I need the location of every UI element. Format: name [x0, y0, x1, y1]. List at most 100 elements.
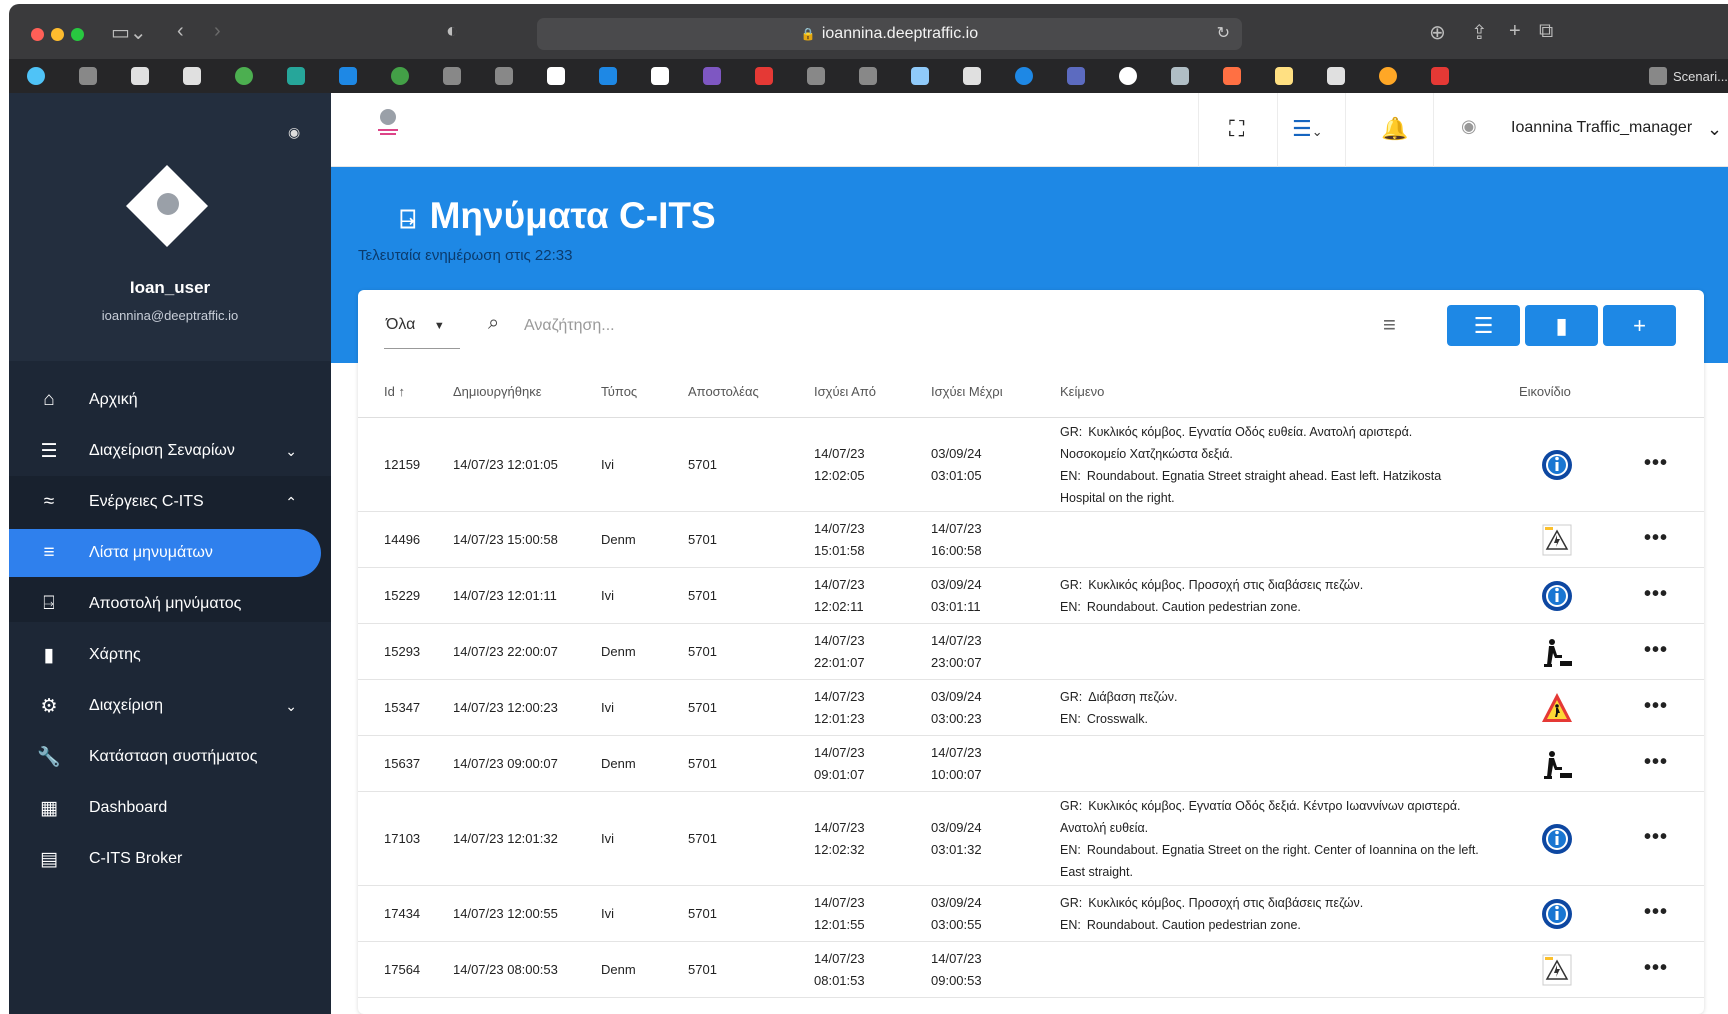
- row-more-button[interactable]: •••: [1644, 583, 1668, 606]
- bookmark-icon[interactable]: [1067, 67, 1085, 85]
- language-flag-icon[interactable]: ☰⌄: [1292, 116, 1323, 142]
- sidebar-item-management[interactable]: ⚙ Διαχείριση ⌄: [9, 682, 331, 730]
- bookmark-icon[interactable]: [339, 67, 357, 85]
- column-id[interactable]: Id ↑: [384, 384, 405, 399]
- sidebar-item-dashboard[interactable]: ▦ Dashboard: [9, 784, 331, 832]
- download-icon[interactable]: ⊕: [1429, 20, 1446, 45]
- column-valid-from[interactable]: Ισχύει Από: [814, 384, 876, 399]
- bookmark-icon[interactable]: [1327, 67, 1345, 85]
- new-tab-icon[interactable]: +: [1509, 20, 1521, 43]
- row-more-button[interactable]: •••: [1644, 639, 1668, 662]
- text-english: EN: Roundabout. Egnatia Street straight a…: [1060, 469, 1442, 505]
- bookmark-icon[interactable]: [911, 67, 929, 85]
- sidebar-item-send-message[interactable]: ⍈ Αποστολή μηνύματος: [9, 580, 331, 628]
- bookmark-icon[interactable]: [1223, 67, 1241, 85]
- bookmark-icon[interactable]: [599, 67, 617, 85]
- tabs-overview-icon[interactable]: ⧉: [1539, 20, 1553, 43]
- cell-type: Denm: [601, 962, 636, 977]
- bookmark-icon[interactable]: [859, 67, 877, 85]
- bookmark-icon[interactable]: [1171, 67, 1189, 85]
- bookmark-icon[interactable]: [547, 67, 565, 85]
- row-more-button[interactable]: •••: [1644, 901, 1668, 924]
- radio-dot-icon[interactable]: ◉: [288, 124, 300, 141]
- back-icon[interactable]: ‹: [177, 20, 184, 43]
- row-more-button[interactable]: •••: [1644, 826, 1668, 849]
- reload-icon[interactable]: ↻: [1217, 18, 1230, 50]
- close-window-icon[interactable]: [31, 28, 44, 41]
- bookmark-icon[interactable]: [287, 67, 305, 85]
- bookmark-icon[interactable]: [755, 67, 773, 85]
- column-text[interactable]: Κείμενο: [1060, 384, 1104, 399]
- user-avatar[interactable]: ◉: [1461, 116, 1477, 137]
- bookmark-icon[interactable]: [1275, 67, 1293, 85]
- bookmark-icon[interactable]: [651, 67, 669, 85]
- row-more-button[interactable]: •••: [1644, 695, 1668, 718]
- sidebar-item-scenarios[interactable]: ☰ Διαχείριση Σεναρίων ⌄: [9, 427, 331, 475]
- bookmark-icon[interactable]: [1015, 67, 1033, 85]
- search-input[interactable]: [524, 312, 824, 340]
- bookmark-icon[interactable]: [703, 67, 721, 85]
- column-type[interactable]: Τύπος: [601, 384, 637, 399]
- add-message-button[interactable]: +: [1603, 305, 1676, 346]
- table-row[interactable]: 15347 14/07/23 12:00:23 Ivi 5701 14/07/23 12:…: [358, 680, 1704, 736]
- bookmark-icon[interactable]: [1431, 67, 1449, 85]
- column-created[interactable]: Δημιουργήθηκε: [453, 384, 542, 399]
- minimize-window-icon[interactable]: [51, 28, 64, 41]
- column-valid-to[interactable]: Ισχύει Μέχρι: [931, 384, 1003, 399]
- row-more-button[interactable]: •••: [1644, 452, 1668, 475]
- list-view-button[interactable]: ☰: [1447, 305, 1520, 346]
- row-more-button[interactable]: •••: [1644, 527, 1668, 550]
- bookmark-icon[interactable]: [131, 67, 149, 85]
- table-row[interactable]: 12159 14/07/23 12:01:05 Ivi 5701 14/07/23 12:…: [358, 418, 1704, 512]
- share-icon[interactable]: ⇪: [1471, 20, 1488, 45]
- table-row[interactable]: 15229 14/07/23 12:01:11 Ivi 5701 14/07/23 12:…: [358, 568, 1704, 624]
- bookmark-scenari[interactable]: Scenari...: [1649, 67, 1728, 85]
- bookmark-icon[interactable]: [443, 67, 461, 85]
- bookmark-icon[interactable]: [1119, 67, 1137, 85]
- forward-icon[interactable]: ›: [214, 20, 221, 43]
- sidebar-item-map[interactable]: ▮ Χάρτης: [9, 631, 331, 679]
- cell-type: Denm: [601, 644, 636, 659]
- filter-icon[interactable]: ≡: [1383, 312, 1396, 338]
- table-row[interactable]: 17103 14/07/23 12:01:32 Ivi 5701 14/07/23 12:…: [358, 792, 1704, 886]
- column-sender[interactable]: Αποστολέας: [688, 384, 759, 399]
- bookmark-icon[interactable]: [79, 67, 97, 85]
- header-user-name[interactable]: Ioannina Traffic_manager: [1511, 119, 1692, 137]
- cell-valid-to-time: 03:00:55: [931, 917, 982, 932]
- bookmark-icon[interactable]: [495, 67, 513, 85]
- sidebar-toggle-icon[interactable]: ▭⌄: [111, 20, 147, 45]
- fullscreen-icon[interactable]: ⛶: [1229, 116, 1244, 142]
- map-view-button[interactable]: ▮: [1525, 305, 1598, 346]
- cell-created: 14/07/23 12:01:11: [453, 588, 557, 603]
- table-row[interactable]: 17564 14/07/23 08:00:53 Denm 5701 14/07/23 08…: [358, 942, 1704, 998]
- bell-icon[interactable]: 🔔: [1381, 116, 1408, 142]
- zoom-window-icon[interactable]: [71, 28, 84, 41]
- sidebar-item-message-list[interactable]: ≡ Λίστα μηνυμάτων: [9, 529, 321, 577]
- sidebar-item-cits-actions[interactable]: ≈ Ενέργειες C-ITS ⌃: [9, 478, 331, 526]
- bookmark-icon[interactable]: [235, 67, 253, 85]
- table-row[interactable]: 15637 14/07/23 09:00:07 Denm 5701 14/07/23 09…: [358, 736, 1704, 792]
- column-icon[interactable]: Εικονίδιο: [1519, 384, 1571, 399]
- bookmark-icon[interactable]: [1379, 67, 1397, 85]
- table-row[interactable]: 15293 14/07/23 22:00:07 Denm 5701 14/07/23 22…: [358, 624, 1704, 680]
- bookmark-icon[interactable]: [27, 67, 45, 85]
- sidebar-item-home[interactable]: ⌂ Αρχική: [9, 376, 331, 424]
- chevron-down-icon[interactable]: ⌄: [1707, 119, 1722, 140]
- sidebar-item-system-status[interactable]: 🔧 Κατάσταση συστήματος: [9, 733, 331, 781]
- cell-text: GR: Διάβαση πεζών. EN: Crosswalk.: [1060, 686, 1480, 730]
- row-more-button[interactable]: •••: [1644, 751, 1668, 774]
- bookmark-icon[interactable]: [183, 67, 201, 85]
- table-row[interactable]: 14496 14/07/23 15:00:58 Denm 5701 14/07/23 15…: [358, 512, 1704, 568]
- municipality-logo-small[interactable]: [375, 107, 401, 139]
- address-bar[interactable]: 🔒 ioannina.deeptraffic.io ↻: [537, 18, 1242, 50]
- bookmark-icon[interactable]: [807, 67, 825, 85]
- shield-icon[interactable]: ◐: [446, 20, 458, 43]
- sidebar-item-cits-broker[interactable]: ▤ C-ITS Broker: [9, 835, 331, 883]
- row-more-button[interactable]: •••: [1644, 957, 1668, 980]
- bookmark-icon[interactable]: [391, 67, 409, 85]
- cell-valid-to-time: 10:00:07: [931, 767, 982, 782]
- bookmark-icon[interactable]: [963, 67, 981, 85]
- type-filter-select[interactable]: Όλα ▼: [386, 316, 445, 334]
- cell-type: Denm: [601, 756, 636, 771]
- table-row[interactable]: 17434 14/07/23 12:00:55 Ivi 5701 14/07/23 12:…: [358, 886, 1704, 942]
